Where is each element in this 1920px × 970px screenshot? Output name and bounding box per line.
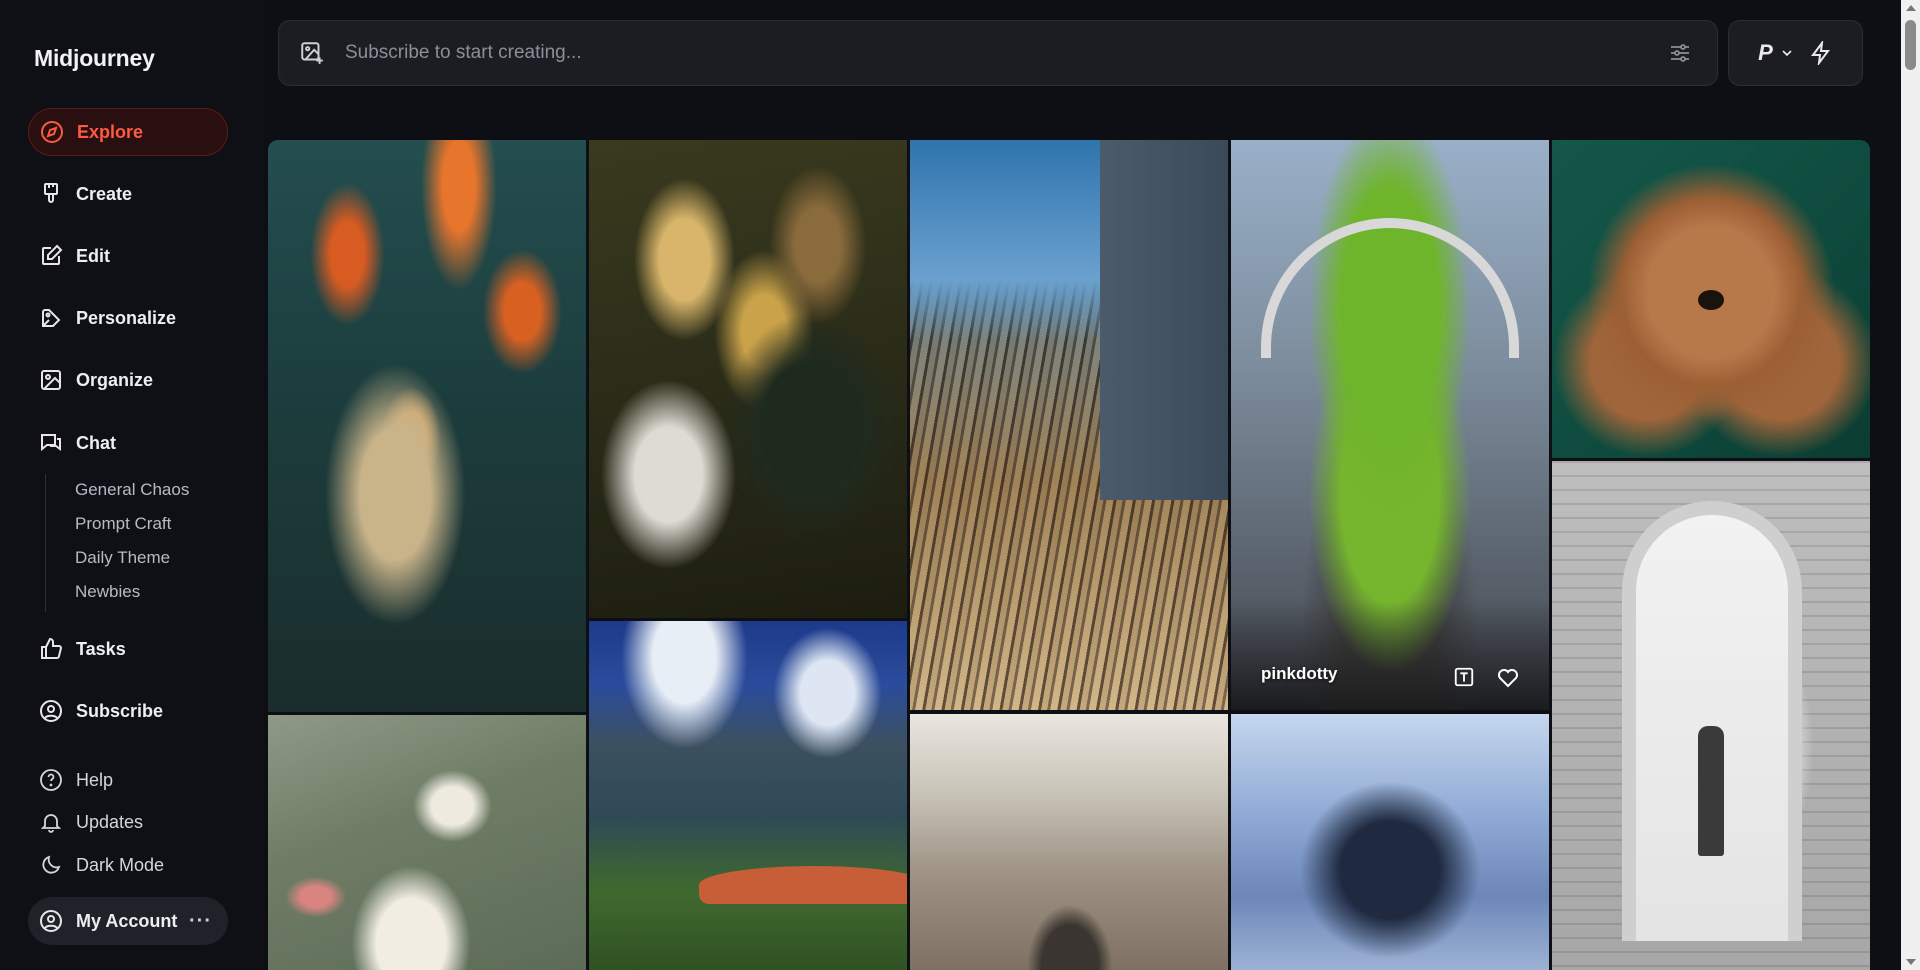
prompt-bar: [278, 20, 1718, 86]
gallery-image-green-monster[interactable]: pinkdotty: [1231, 140, 1549, 710]
chat-channels: General Chaos Prompt Craft Daily Theme N…: [45, 474, 189, 612]
moon-icon: [38, 852, 64, 878]
sliders-icon[interactable]: [1665, 38, 1695, 68]
gallery-image-dancers[interactable]: [589, 140, 907, 618]
fast-mode-button[interactable]: [1809, 41, 1833, 65]
arch-frame: [1622, 501, 1802, 941]
text-prompt-icon[interactable]: [1451, 664, 1477, 690]
explore-gallery: pinkdotty: [268, 140, 1870, 970]
scroll-down-arrow[interactable]: [1906, 959, 1916, 965]
user-circle-icon: [38, 698, 64, 724]
nav-label: Edit: [76, 245, 110, 266]
channel-daily-theme[interactable]: Daily Theme: [75, 548, 170, 568]
chevron-down-icon: [1782, 50, 1792, 57]
sidebar: Midjourney Explore Create Edit Personali…: [0, 0, 264, 970]
gallery-image-white-doorway[interactable]: [1552, 461, 1870, 970]
my-account-button[interactable]: My Account ···: [28, 897, 228, 945]
nav-label: Organize: [76, 369, 154, 390]
headphones: [1261, 218, 1519, 358]
nav-updates[interactable]: Updates: [28, 802, 228, 842]
nav-edit[interactable]: Edit: [28, 232, 228, 280]
lightning-icon: [1810, 41, 1830, 65]
scroll-up-arrow[interactable]: [1906, 5, 1916, 11]
nav-organize[interactable]: Organize: [28, 356, 228, 404]
brush-icon: [38, 181, 64, 207]
building-facade: [1100, 140, 1228, 500]
user-circle-icon: [38, 908, 64, 934]
nav-label: Help: [76, 769, 114, 790]
standing-man: [1698, 726, 1724, 856]
nav-dark-mode[interactable]: Dark Mode: [28, 845, 228, 885]
bell-icon: [38, 809, 64, 835]
horns-silhouette: [1020, 894, 1120, 970]
tile-shade: [1231, 600, 1549, 710]
channel-newbies[interactable]: Newbies: [75, 582, 140, 602]
app-logo[interactable]: Midjourney: [34, 45, 155, 72]
poodle-nose: [1698, 290, 1724, 310]
nav-explore[interactable]: Explore: [28, 108, 228, 156]
tile-username[interactable]: pinkdotty: [1261, 664, 1338, 684]
nav-label: Subscribe: [76, 700, 164, 721]
nav-label: Tasks: [76, 638, 126, 659]
edit-icon: [38, 243, 64, 269]
gallery-image-city-aerial[interactable]: [910, 714, 1228, 970]
more-options-icon[interactable]: ···: [189, 910, 212, 933]
nav-label: Explore: [77, 121, 144, 142]
profile-initial: P: [1758, 40, 1773, 65]
nav-label: Create: [76, 183, 133, 204]
nav-help[interactable]: Help: [28, 760, 228, 800]
account-label: My Account: [76, 910, 178, 931]
channel-prompt-craft[interactable]: Prompt Craft: [75, 514, 171, 534]
scroll-thumb[interactable]: [1905, 20, 1916, 70]
help-icon: [38, 767, 64, 793]
nav-create[interactable]: Create: [28, 170, 228, 218]
nav-label: Dark Mode: [76, 854, 165, 875]
compass-icon: [39, 119, 65, 145]
nav-label: Updates: [76, 811, 144, 832]
gallery-image-poodle[interactable]: [1552, 140, 1870, 458]
chat-icon: [38, 430, 64, 456]
page-scrollbar[interactable]: [1901, 0, 1920, 970]
gallery-image-mountains[interactable]: [589, 621, 907, 970]
nav-label: Personalize: [76, 307, 177, 328]
nav-personalize[interactable]: Personalize: [28, 294, 228, 342]
nav-label: Chat: [76, 432, 116, 453]
nav-subscribe[interactable]: Subscribe: [28, 687, 228, 735]
golf-cart-roof: [699, 866, 907, 904]
heart-icon[interactable]: [1495, 664, 1521, 690]
gallery-image-subway-crowd[interactable]: [1231, 714, 1549, 970]
personalize-icon: [38, 305, 64, 331]
channel-general-chaos[interactable]: General Chaos: [75, 480, 189, 500]
gallery-image-record-store[interactable]: [910, 140, 1228, 710]
image-icon: [38, 367, 64, 393]
image-upload-icon[interactable]: [297, 38, 327, 68]
nav-tasks[interactable]: Tasks: [28, 625, 228, 673]
profile-dropdown[interactable]: P: [1758, 40, 1795, 66]
gallery-image-white-cat[interactable]: [268, 715, 586, 970]
gallery-image-goldfish[interactable]: [268, 140, 586, 712]
actions-bar: P: [1728, 20, 1863, 86]
tile-actions: [1451, 664, 1521, 690]
nav-chat[interactable]: Chat: [28, 419, 228, 467]
prompt-input[interactable]: [343, 41, 1665, 65]
thumbs-up-icon: [38, 636, 64, 662]
